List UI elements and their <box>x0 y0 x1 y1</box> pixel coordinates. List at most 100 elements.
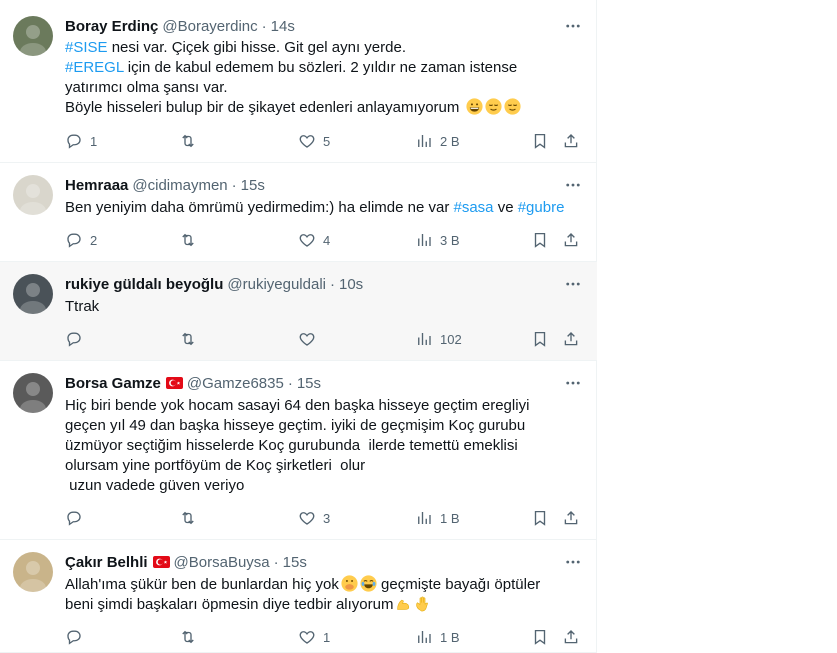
retweet-button[interactable] <box>179 329 204 349</box>
more-horizontal-icon[interactable] <box>563 552 583 572</box>
views-button[interactable]: 2 B <box>415 131 460 151</box>
retweet-icon <box>179 509 197 527</box>
separator-dot: · <box>287 374 293 392</box>
avatar[interactable] <box>13 552 53 592</box>
likes-count: 3 <box>323 510 331 526</box>
avatar[interactable] <box>13 373 53 413</box>
like-heart-icon <box>298 509 316 527</box>
reply-icon <box>65 628 83 646</box>
author-handle[interactable]: @BorsaBuysa <box>174 554 270 571</box>
tweet-item[interactable]: Çakır Belhli @BorsaBuysa · 15s Allah'ıma şük… <box>0 540 597 653</box>
share-button[interactable] <box>562 230 580 250</box>
reply-button[interactable] <box>65 508 90 528</box>
author-name[interactable]: Borsa Gamze <box>65 375 161 392</box>
author-name[interactable]: Boray Erdinç <box>65 18 158 35</box>
share-icon <box>562 132 580 150</box>
share-button[interactable] <box>562 508 580 528</box>
hashtag-link[interactable]: #gubre <box>518 199 565 216</box>
reply-button[interactable]: 1 <box>65 131 97 151</box>
bookmark-icon <box>531 231 549 249</box>
tweet-actions: 102 <box>65 329 583 349</box>
share-button[interactable] <box>562 131 580 151</box>
separator-dot: · <box>273 553 279 571</box>
tweet-text-line: geçen yıl 49 dan başka hisseye geçtim. i… <box>65 416 529 436</box>
author-handle[interactable]: @Borayerdinc <box>162 18 257 35</box>
text-segment: Ben yeniyim daha ömrümü yedirmedim:) ha … <box>65 199 454 216</box>
relieved-face <box>484 98 502 115</box>
more-horizontal-icon[interactable] <box>563 175 583 195</box>
tweet-time[interactable]: 15s <box>283 554 307 571</box>
tweet-item[interactable]: Borsa Gamze @Gamze6835 · 15s Hiç biri bende … <box>0 361 597 540</box>
reply-button[interactable]: 2 <box>65 230 97 250</box>
avatar[interactable] <box>13 274 53 314</box>
views-button[interactable]: 1 B <box>415 508 460 528</box>
like-button[interactable]: 1 <box>298 627 330 647</box>
tweet-text-line: yatırımcı olma şansı var. <box>65 78 521 98</box>
share-icon <box>562 509 580 527</box>
author-handle[interactable]: @Gamze6835 <box>187 375 284 392</box>
reply-button[interactable] <box>65 627 90 647</box>
avatar[interactable] <box>13 175 53 215</box>
more-horizontal-icon[interactable] <box>563 373 583 393</box>
share-button[interactable] <box>562 627 580 647</box>
flexed-biceps-emoji <box>395 595 412 612</box>
grinning-face <box>465 98 483 115</box>
likes-count: 4 <box>323 232 331 248</box>
share-button[interactable] <box>562 329 580 349</box>
retweet-button[interactable] <box>179 508 204 528</box>
avatar[interactable] <box>13 16 53 56</box>
tears-of-joy-face <box>360 575 377 592</box>
tweet-time[interactable]: 15s <box>297 375 321 392</box>
tweet-actions: 3 1 B <box>65 508 583 528</box>
more-horizontal-icon[interactable] <box>563 16 583 36</box>
tweet-item[interactable]: rukiye güldalı beyoğlu @rukiyeguldali · 10s… <box>0 262 597 361</box>
like-button[interactable]: 3 <box>298 508 330 528</box>
like-button[interactable] <box>298 329 323 349</box>
text-segment: Hiç biri bende yok hocam sasayi 64 den b… <box>65 397 530 414</box>
tweet-text: Hiç biri bende yok hocam sasayi 64 den b… <box>65 396 529 496</box>
author-name[interactable]: Çakır Belhli <box>65 554 148 571</box>
retweet-button[interactable] <box>179 627 204 647</box>
tweet-header: Çakır Belhli @BorsaBuysa · 15s <box>65 552 583 572</box>
author-name[interactable]: rukiye güldalı beyoğlu <box>65 276 223 293</box>
tweet-item[interactable]: Boray Erdinç @Borayerdinc · 14s #SISE nesi v… <box>0 0 597 163</box>
retweet-icon <box>179 132 197 150</box>
like-heart-icon <box>298 628 316 646</box>
tweet-text-line: Ttrak <box>65 297 99 317</box>
tweet-time[interactable]: 10s <box>339 276 363 293</box>
bookmark-button[interactable] <box>531 131 549 151</box>
tweet-text-line: #SISE nesi var. Çiçek gibi hisse. Git ge… <box>65 38 521 58</box>
hashtag-link[interactable]: #SISE <box>65 39 108 56</box>
hashtag-link[interactable]: #EREGL <box>65 59 124 76</box>
views-count: 2 B <box>440 133 460 149</box>
retweet-button[interactable] <box>179 230 204 250</box>
more-horizontal-icon[interactable] <box>563 274 583 294</box>
views-count: 102 <box>440 331 462 347</box>
views-button[interactable]: 3 B <box>415 230 460 250</box>
tweet-time[interactable]: 15s <box>241 177 265 194</box>
text-segment: olursam yine portföyüm de Koç şirketleri… <box>65 457 366 474</box>
retweet-icon <box>179 231 197 249</box>
share-icon <box>562 628 580 646</box>
bookmark-button[interactable] <box>531 508 549 528</box>
like-heart-icon <box>298 132 316 150</box>
views-chart-icon <box>415 509 433 527</box>
reply-button[interactable] <box>65 329 90 349</box>
tweet-item[interactable]: Hemraaa @cidimaymen · 15s Ben yeniyim daha ö… <box>0 163 597 262</box>
tweet-time[interactable]: 14s <box>271 18 295 35</box>
author-handle[interactable]: @rukiyeguldali <box>227 276 326 293</box>
views-chart-icon <box>415 330 433 348</box>
views-button[interactable]: 1 B <box>415 627 460 647</box>
like-button[interactable]: 5 <box>298 131 330 151</box>
bookmark-button[interactable] <box>531 627 549 647</box>
bookmark-button[interactable] <box>531 230 549 250</box>
bookmark-button[interactable] <box>531 329 549 349</box>
author-name[interactable]: Hemraaa <box>65 177 128 194</box>
retweet-icon <box>179 628 197 646</box>
views-button[interactable]: 102 <box>415 329 462 349</box>
tweet-header: rukiye güldalı beyoğlu @rukiyeguldali · 10s <box>65 274 583 294</box>
hashtag-link[interactable]: #sasa <box>454 199 494 216</box>
author-handle[interactable]: @cidimaymen <box>132 177 227 194</box>
like-button[interactable]: 4 <box>298 230 330 250</box>
retweet-button[interactable] <box>179 131 204 151</box>
